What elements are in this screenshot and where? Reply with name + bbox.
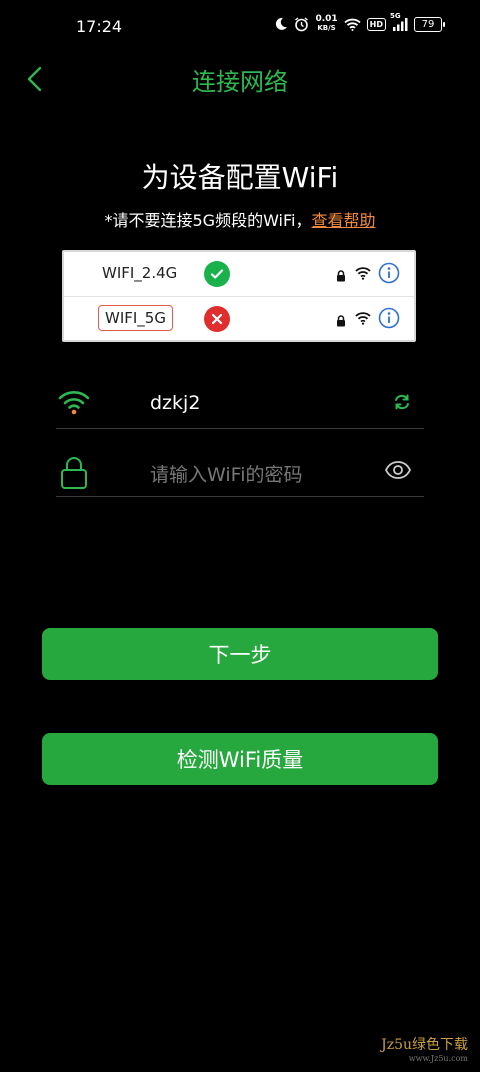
watermark-text: Jz5u绿色下载	[381, 1037, 468, 1053]
wifi-example-card: WIFI_2.4G WIFI_5G	[62, 250, 416, 342]
refresh-icon[interactable]	[392, 392, 412, 416]
net-speed-value: 0.01	[315, 14, 338, 24]
battery-indicator: 79	[414, 16, 445, 32]
wifi-icon	[355, 265, 371, 284]
check-icon	[204, 261, 230, 287]
wifi-icon	[58, 388, 90, 420]
status-bar: 17:24 0.01 KB/S HD 5G 79	[0, 0, 480, 54]
lock-icon	[58, 456, 90, 494]
status-icons: 0.01 KB/S HD 5G 79	[274, 12, 445, 33]
password-placeholder: 请输入WiFi的密码	[150, 464, 303, 486]
network-name: WIFI_2.4G	[102, 264, 178, 282]
list-item: WIFI_5G	[64, 297, 414, 341]
password-field[interactable]: 请输入WiFi的密码	[56, 448, 424, 497]
status-time: 17:24	[76, 17, 123, 36]
page-title: 连接网络	[192, 68, 288, 96]
band-warning-text: *请不要连接5G频段的WiFi，	[104, 211, 312, 230]
ssid-value: dzkj2	[150, 392, 201, 414]
net-speed: 0.01 KB/S	[315, 15, 337, 33]
band-warning-note: *请不要连接5G频段的WiFi，查看帮助	[0, 207, 480, 231]
hd-badge: HD	[366, 17, 386, 31]
wifi-icon	[355, 310, 371, 329]
list-item: WIFI_2.4G	[64, 252, 414, 297]
ssid-field[interactable]: dzkj2	[56, 380, 424, 429]
next-button[interactable]: 下一步	[42, 628, 438, 680]
network-name: WIFI_5G	[98, 305, 173, 331]
lock-icon	[336, 312, 346, 331]
app-header: 连接网络	[0, 54, 480, 102]
eye-icon[interactable]	[384, 460, 412, 484]
info-icon	[378, 307, 400, 333]
cell-signal-icon: 5G	[390, 12, 408, 31]
wifi-status-icon	[344, 18, 361, 31]
lock-icon	[336, 267, 346, 286]
alarm-icon	[294, 16, 309, 32]
config-heading: 为设备配置WiFi	[141, 161, 339, 194]
dnd-moon-icon	[274, 17, 288, 31]
watermark-sub: www.Jz5u.com	[408, 1054, 468, 1063]
help-link[interactable]: 查看帮助	[311, 211, 375, 230]
cell-signal-label: 5G	[390, 11, 401, 20]
check-quality-button[interactable]: 检测WiFi质量	[42, 733, 438, 785]
info-icon	[378, 262, 400, 288]
watermark: Jz5u绿色下载 www.Jz5u.com	[381, 1034, 468, 1063]
cross-icon	[204, 306, 230, 332]
net-speed-unit: KB/S	[317, 24, 336, 32]
